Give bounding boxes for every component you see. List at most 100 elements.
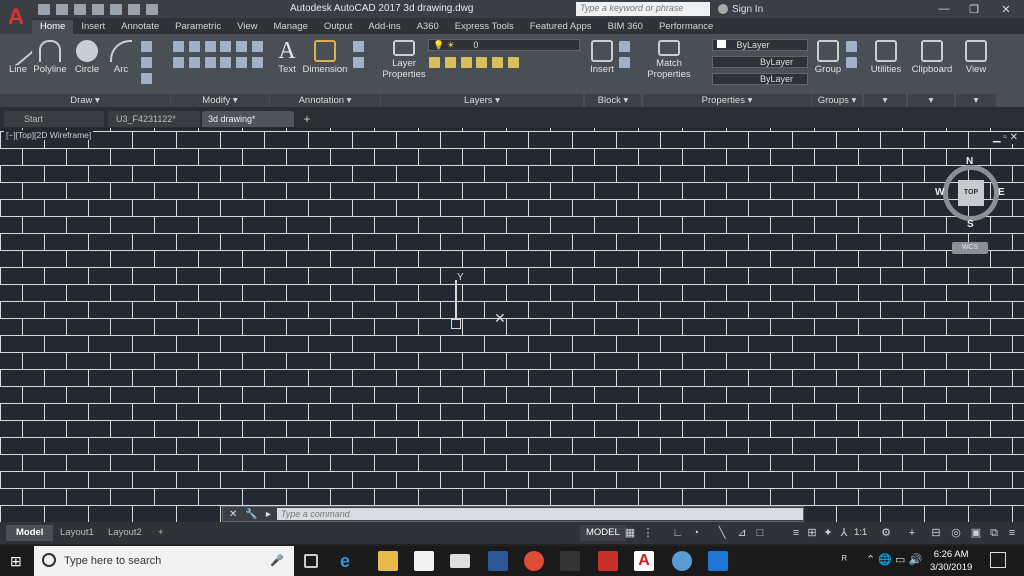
layer-isolate-icon[interactable]	[444, 57, 456, 68]
copy-icon[interactable]	[220, 41, 232, 52]
tab-a360[interactable]: A360	[409, 20, 447, 34]
compass-south[interactable]: S	[967, 219, 974, 230]
doc-tab-u3[interactable]: U3_F4231122*	[108, 111, 200, 127]
close-button[interactable]: ✕	[990, 0, 1022, 18]
layer-properties-tool[interactable]: Layer Properties	[382, 40, 426, 80]
clean-screen-icon[interactable]: ⧉	[988, 527, 1000, 539]
explode-icon[interactable]	[236, 57, 248, 68]
ungroup-icon[interactable]	[846, 41, 857, 52]
tab-add-ins[interactable]: Add-ins	[360, 20, 408, 34]
tab-annotate[interactable]: Annotate	[113, 20, 167, 34]
mirror-icon[interactable]	[236, 41, 248, 52]
taskbar-clock[interactable]: 6:26 AM 3/30/2019	[930, 548, 972, 574]
scale-icon[interactable]	[188, 57, 200, 68]
viewport-controls-label[interactable]: [−][Top][2D Wireframe]	[4, 130, 94, 140]
hatch-icon[interactable]	[141, 57, 152, 68]
minimize-button[interactable]: —	[928, 0, 960, 18]
new-tab-button[interactable]: +	[300, 112, 314, 126]
layout-tab-model[interactable]: Model	[6, 525, 54, 541]
tab-insert[interactable]: Insert	[73, 20, 113, 34]
layout-tab-layout2[interactable]: Layout2	[98, 525, 152, 541]
offset-icon[interactable]	[251, 57, 263, 68]
model-space-button[interactable]: MODEL	[580, 525, 626, 541]
layer-match-icon[interactable]	[492, 57, 504, 68]
tab-bim-360[interactable]: BIM 360	[600, 20, 651, 34]
tab-performance[interactable]: Performance	[651, 20, 721, 34]
close-command-icon[interactable]: ✕	[229, 509, 237, 520]
lineweight-icon[interactable]: ≡	[790, 527, 802, 539]
clipboard-panel-label[interactable]: ▾	[908, 94, 954, 107]
fillet-icon[interactable]	[251, 41, 263, 52]
isodraft-icon[interactable]: ╲	[716, 527, 728, 539]
hardware-acceleration-icon[interactable]: ▣	[970, 527, 982, 539]
groups-panel-label[interactable]: Groups ▾	[812, 94, 862, 107]
wcs-menu[interactable]: WCS	[952, 242, 988, 254]
application-menu-button[interactable]: A	[0, 0, 32, 34]
compass-west[interactable]: W	[935, 187, 944, 198]
layer-freeze-icon[interactable]	[460, 57, 472, 68]
layers-panel-label[interactable]: Layers ▾	[381, 94, 583, 107]
app-taskbar-icon[interactable]	[708, 551, 728, 571]
file-explorer-icon[interactable]	[378, 551, 398, 571]
tab-manage[interactable]: Manage	[266, 20, 316, 34]
maximize-button[interactable]: ❐	[958, 0, 990, 18]
lineweight-dropdown[interactable]: ByLayer	[712, 73, 808, 85]
compass-north[interactable]: N	[966, 156, 973, 167]
polar-icon[interactable]: ◔	[690, 527, 702, 539]
chrome-icon[interactable]	[524, 551, 544, 571]
compass-east[interactable]: E	[998, 187, 1005, 198]
modify-panel-label[interactable]: Modify ▾	[171, 94, 269, 107]
autodesk-app-icon[interactable]	[598, 551, 618, 571]
viewport-window-controls[interactable]: ▁ ▫ ✕	[970, 132, 1018, 144]
tab-parametric[interactable]: Parametric	[167, 20, 229, 34]
save-icon[interactable]	[74, 3, 86, 15]
rectangle-icon[interactable]	[141, 41, 152, 52]
group-edit-icon[interactable]	[846, 57, 857, 68]
properties-panel-label[interactable]: Properties ▾	[643, 94, 811, 107]
tab-home[interactable]: Home	[32, 20, 74, 34]
annotation-scale[interactable]: 1:1	[854, 527, 867, 538]
autocad-taskbar-icon[interactable]: A	[634, 551, 654, 571]
doc-tab-start[interactable]: Start	[4, 111, 104, 127]
rotate-icon[interactable]	[188, 41, 200, 52]
layer-off-icon[interactable]	[429, 57, 440, 68]
ortho-icon[interactable]: ∟	[672, 527, 684, 539]
task-view-icon[interactable]	[304, 554, 318, 568]
edit-block-icon[interactable]	[619, 57, 630, 68]
people-icon[interactable]: ᴿ	[842, 554, 847, 566]
add-layout-button[interactable]: +	[148, 525, 174, 541]
utilities-panel-label[interactable]: ▾	[864, 94, 906, 107]
store-icon[interactable]	[414, 551, 434, 571]
doc-tab-3d-drawing[interactable]: 3d drawing*	[202, 111, 294, 127]
layer-dropdown[interactable]: 💡 ☀ 0	[428, 39, 580, 51]
insert-block-tool[interactable]: Insert	[588, 40, 616, 75]
match-properties-tool[interactable]: Match Properties	[646, 40, 692, 80]
units-icon[interactable]: ⊟	[930, 527, 942, 539]
leader-icon[interactable]	[353, 41, 364, 52]
grid-icon[interactable]: ▦	[624, 527, 636, 539]
layer-lock-icon[interactable]	[476, 57, 488, 68]
word-icon[interactable]	[488, 551, 508, 571]
sign-in-button[interactable]: Sign In	[718, 2, 808, 16]
gradient-icon[interactable]	[141, 73, 152, 84]
erase-icon[interactable]	[220, 57, 232, 68]
color-dropdown[interactable]: ByLayer	[712, 39, 808, 51]
viewcube-top-face[interactable]: TOP	[958, 180, 984, 206]
open-icon[interactable]	[56, 3, 68, 15]
snap-icon[interactable]: ⋮	[642, 527, 654, 539]
transparency-icon[interactable]: ⊞	[806, 527, 818, 539]
trim-icon[interactable]	[204, 41, 216, 52]
group-tool[interactable]: Group	[814, 40, 842, 75]
microphone-icon[interactable]: 🎤	[270, 554, 284, 567]
linetype-dropdown[interactable]: ByLayer	[712, 56, 808, 68]
polyline-tool[interactable]: Polyline	[32, 40, 68, 75]
object-snap-tracking-icon[interactable]: ⊿	[736, 527, 748, 539]
command-input[interactable]: Type a command	[276, 508, 803, 520]
clipboard-tool[interactable]: Clipboard	[910, 40, 954, 75]
object-snap-icon[interactable]: □	[754, 527, 766, 539]
annotation-panel-label[interactable]: Annotation ▾	[270, 94, 380, 107]
stretch-icon[interactable]	[173, 57, 184, 68]
customization-menu-icon[interactable]: ≡	[1006, 527, 1018, 539]
tab-express-tools[interactable]: Express Tools	[447, 20, 522, 34]
tab-view[interactable]: View	[229, 20, 265, 34]
